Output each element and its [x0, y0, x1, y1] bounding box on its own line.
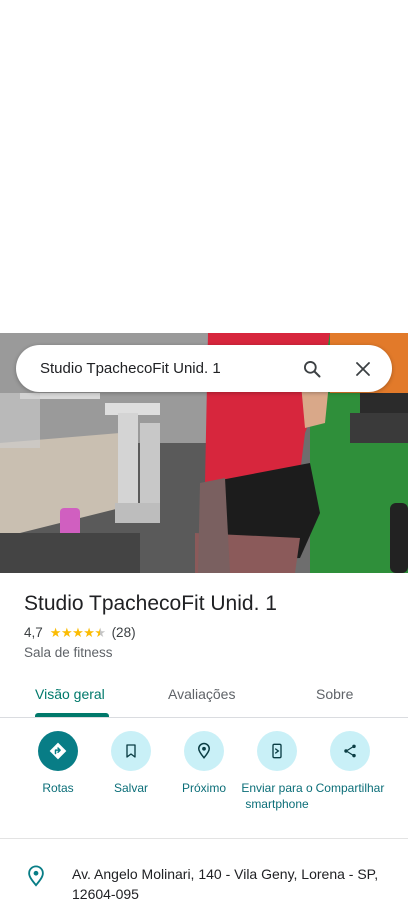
- directions-button[interactable]: Rotas: [21, 731, 95, 796]
- nearby-label: Próximo: [181, 781, 226, 795]
- star-icon: ★: [60, 624, 73, 640]
- tab-about[interactable]: Sobre: [316, 686, 353, 702]
- directions-label: Rotas: [42, 781, 74, 795]
- active-tab-indicator: [35, 713, 109, 717]
- review-count: (28): [111, 625, 136, 640]
- send-to-phone-label: Enviar para o smartphone: [241, 781, 313, 811]
- tab-reviews[interactable]: Avaliações: [168, 686, 235, 702]
- star-half-icon: ★: [94, 624, 106, 640]
- nearby-icon: [184, 731, 224, 771]
- send-to-phone-icon: [257, 731, 297, 771]
- share-button[interactable]: Compartilhar: [313, 731, 387, 796]
- tab-bar: Visão geral Avaliações Sobre: [0, 672, 408, 718]
- rating-value: 4,7: [24, 625, 43, 640]
- search-icon[interactable]: [301, 358, 323, 380]
- divider: [0, 838, 408, 839]
- directions-icon: [38, 731, 78, 771]
- location-pin-icon: [25, 864, 47, 888]
- star-rating-icon: ★ ★ ★ ★ ★: [49, 624, 106, 640]
- address-text: Av. Angelo Molinari, 140 - Vila Geny, Lo…: [72, 866, 379, 902]
- nearby-button[interactable]: Próximo: [167, 731, 241, 796]
- share-label: Compartilhar: [315, 781, 385, 795]
- bookmark-icon: [111, 731, 151, 771]
- star-icon: ★: [49, 624, 62, 640]
- star-icon: ★: [72, 624, 84, 640]
- action-buttons: Rotas Salvar Próximo Enviar para o smart…: [0, 731, 408, 837]
- search-bar[interactable]: Studio TpachecoFit Unid. 1: [16, 345, 392, 392]
- place-info: Studio TpachecoFit Unid. 1 4,7 ★ ★ ★ ★ ★…: [24, 590, 394, 660]
- place-title: Studio TpachecoFit Unid. 1: [24, 592, 277, 615]
- close-icon[interactable]: [352, 358, 374, 380]
- tab-overview[interactable]: Visão geral: [35, 686, 105, 702]
- rating-row[interactable]: 4,7 ★ ★ ★ ★ ★ (28): [24, 625, 394, 640]
- search-input[interactable]: Studio TpachecoFit Unid. 1: [40, 360, 301, 377]
- blank-map-area: [0, 0, 408, 333]
- save-label: Salvar: [113, 781, 148, 795]
- send-to-phone-button[interactable]: Enviar para o smartphone: [240, 731, 314, 812]
- star-icon: ★: [83, 624, 95, 640]
- place-category: Sala de fitness: [24, 645, 113, 660]
- share-icon: [330, 731, 370, 771]
- save-button[interactable]: Salvar: [94, 731, 168, 796]
